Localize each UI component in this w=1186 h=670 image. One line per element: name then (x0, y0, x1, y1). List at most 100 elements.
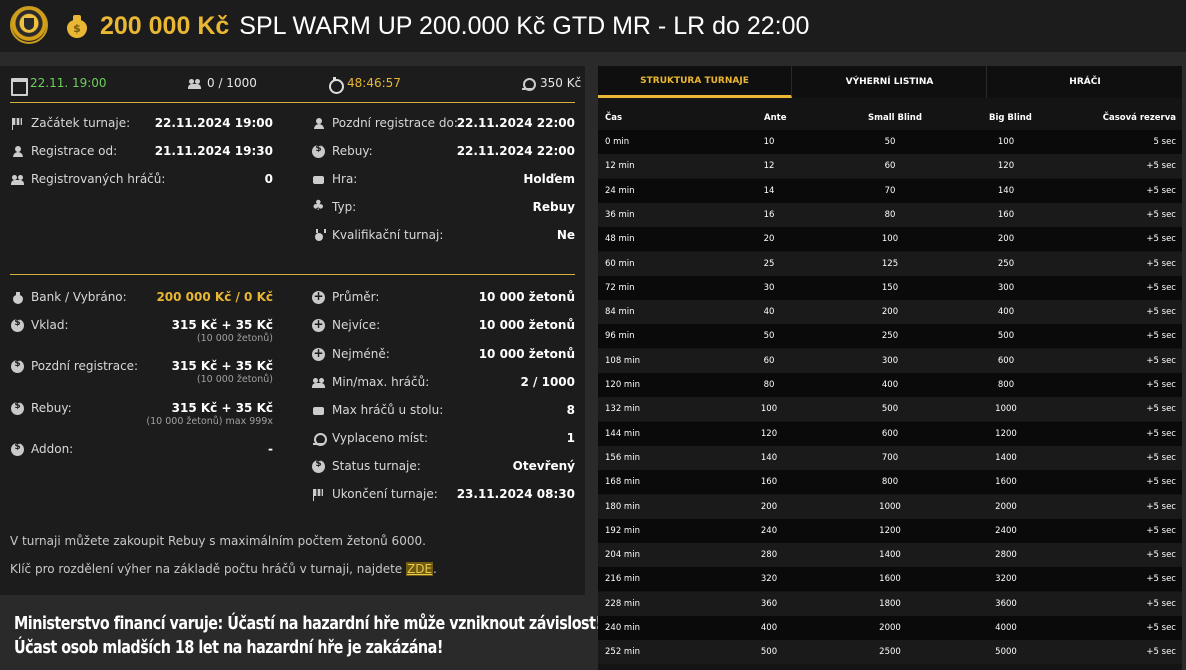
table-row: 48 min 20 100 200 +5 sec (598, 227, 1182, 252)
table-cell: 14 (763, 185, 775, 196)
table-cell: 3200 (995, 574, 1017, 585)
table-cell: 600 (997, 355, 1015, 366)
table-cell: 150 (881, 282, 899, 293)
table-cell: 2400 (995, 525, 1017, 536)
table-row: 216 min 320 1600 3200 +5 sec (598, 567, 1182, 592)
table-row: 240 min 400 2000 4000 +5 sec (598, 616, 1182, 640)
table-row: 204 min 280 1400 2800 +5 sec (598, 543, 1182, 568)
coin-icon (11, 442, 24, 456)
table-cell: 40 (763, 307, 775, 318)
table-row: 60 min 25 125 250 +5 sec (598, 251, 1182, 276)
tabs: STRUKTURA TURNAJE VÝHERNÍ LISTINA HRÁČI (598, 66, 1182, 98)
payout-note-text: Klíč pro rozdělení výher na základě počt… (10, 562, 403, 576)
info-label: Bank / Vybráno: (31, 290, 127, 304)
info-row: Max hráčů u stolu: (312, 402, 443, 418)
table-cell: 60 (763, 355, 775, 366)
info-row: Nejvíce: (312, 317, 380, 333)
info-label: Ukončení turnaje: (332, 487, 438, 501)
table-cell: 160 (760, 477, 778, 488)
info-value: 22.11.2024 19:00 (154, 116, 273, 130)
table-cell: 48 min (605, 234, 635, 245)
info-label: Hra: (332, 172, 358, 186)
table-cell: 500 (997, 331, 1015, 342)
table-row: 108 min 60 300 600 +5 sec (598, 348, 1182, 373)
table-cell: 140 (997, 185, 1015, 196)
players-value: 0 / 1000 (207, 76, 257, 90)
calendar-icon (11, 77, 28, 96)
table-cell: 125 (881, 258, 899, 269)
table-cell: 240 min (605, 623, 640, 633)
info-value: 2 / 1000 (520, 375, 576, 389)
table-cell: 700 (881, 452, 899, 463)
table-cell: +5 sec (1146, 550, 1176, 561)
info-label: Vyplaceno míst: (332, 431, 429, 445)
info-row: Rebuy: (11, 400, 72, 416)
info-label: Pozdní registrace: (31, 359, 139, 373)
info-subvalue: (10 000 žetonů) max 999x (146, 416, 273, 427)
payout-note: Klíč pro rozdělení výher na základě počt… (10, 562, 437, 576)
info-label: Začátek turnaje: (31, 116, 131, 130)
table-cell: 320 (760, 574, 778, 585)
table-row: 132 min 100 500 1000 +5 sec (598, 397, 1182, 422)
info-row: Typ: (312, 198, 357, 215)
table-cell: +5 sec (1146, 355, 1176, 366)
table-cell: 60 (884, 161, 896, 172)
table-cell: 20 (763, 234, 775, 245)
payout-note-end: . (433, 562, 437, 576)
bag-icon (11, 291, 24, 304)
info-row: Rebuy: (312, 143, 373, 159)
tab-players[interactable]: HRÁČI (988, 66, 1182, 98)
table-cell: 240 (760, 525, 778, 536)
info-label: Rebuy: (332, 144, 373, 158)
money-bag-icon: $ (66, 14, 88, 38)
plus-icon (312, 346, 325, 361)
info-label: Průměr: (332, 290, 380, 304)
info-label: Pozdní registrace do: (332, 116, 458, 130)
table-cell: 2000 (879, 623, 901, 633)
table-cell: +5 sec (1146, 234, 1176, 245)
info-label: Nejméně: (332, 347, 390, 361)
table-cell: 160 (997, 209, 1015, 220)
info-value: - (268, 442, 273, 456)
table-cell: 100 (881, 234, 899, 245)
trophy-logo-icon[interactable] (10, 6, 48, 44)
table-cell: +5 sec (1146, 282, 1176, 293)
table-cell: 96 min (605, 331, 635, 342)
info-label: Registrace od: (31, 144, 118, 158)
buyin-value: 350 Kč (540, 76, 582, 90)
table-cell: +5 sec (1146, 525, 1176, 536)
tournament-title: SPL WARM UP 200.000 Kč GTD MR - LR do 22… (239, 11, 810, 40)
table-cell: +5 sec (1146, 258, 1176, 269)
table-cell: +5 sec (1146, 501, 1176, 512)
table-cell: 400 (760, 623, 778, 633)
table-cell: 1400 (879, 550, 901, 561)
title-row: $ 200 000 Kč SPL WARM UP 200.000 Kč GTD … (66, 8, 809, 44)
flag-icon (312, 488, 325, 501)
tab-payouts[interactable]: VÝHERNÍ LISTINA (793, 66, 987, 98)
clubs-icon (312, 198, 325, 214)
top-stats: 22.11. 19:00 0 / 1000 48:46:57 350 Kč (0, 66, 585, 102)
card-icon (312, 173, 325, 186)
table-cell: 250 (997, 258, 1015, 269)
payout-link[interactable]: ZDE (406, 562, 434, 576)
info-value: 10 000 žetonů (478, 318, 575, 332)
table-cell: 50 (884, 137, 896, 147)
tab-structure[interactable]: STRUKTURA TURNAJE (598, 66, 792, 98)
info-row: Addon: (11, 441, 73, 457)
rebuy-note: V turnaji můžete zakoupit Rebuy s maximá… (10, 534, 426, 548)
table-cell: 25 (763, 258, 775, 269)
info-value: 200 000 Kč / 0 Kč (156, 290, 273, 304)
info-value: 315 Kč + 35 Kč (171, 318, 273, 332)
table-cell: 1800 (879, 598, 901, 609)
table-row: 252 min 500 2500 5000 +5 sec (598, 640, 1182, 665)
flag-icon (11, 117, 24, 130)
table-row: 168 min 160 800 1600 +5 sec (598, 470, 1182, 495)
table-cell: +5 sec (1146, 380, 1176, 390)
table-cell: 30 (763, 282, 775, 293)
table-cell: 800 (881, 477, 899, 488)
table-cell: 400 (881, 380, 899, 390)
info-label: Typ: (332, 200, 357, 214)
table-cell: 252 min (605, 647, 640, 658)
info-label: Rebuy: (31, 401, 72, 415)
info-label: Min/max. hráčů: (332, 375, 430, 389)
